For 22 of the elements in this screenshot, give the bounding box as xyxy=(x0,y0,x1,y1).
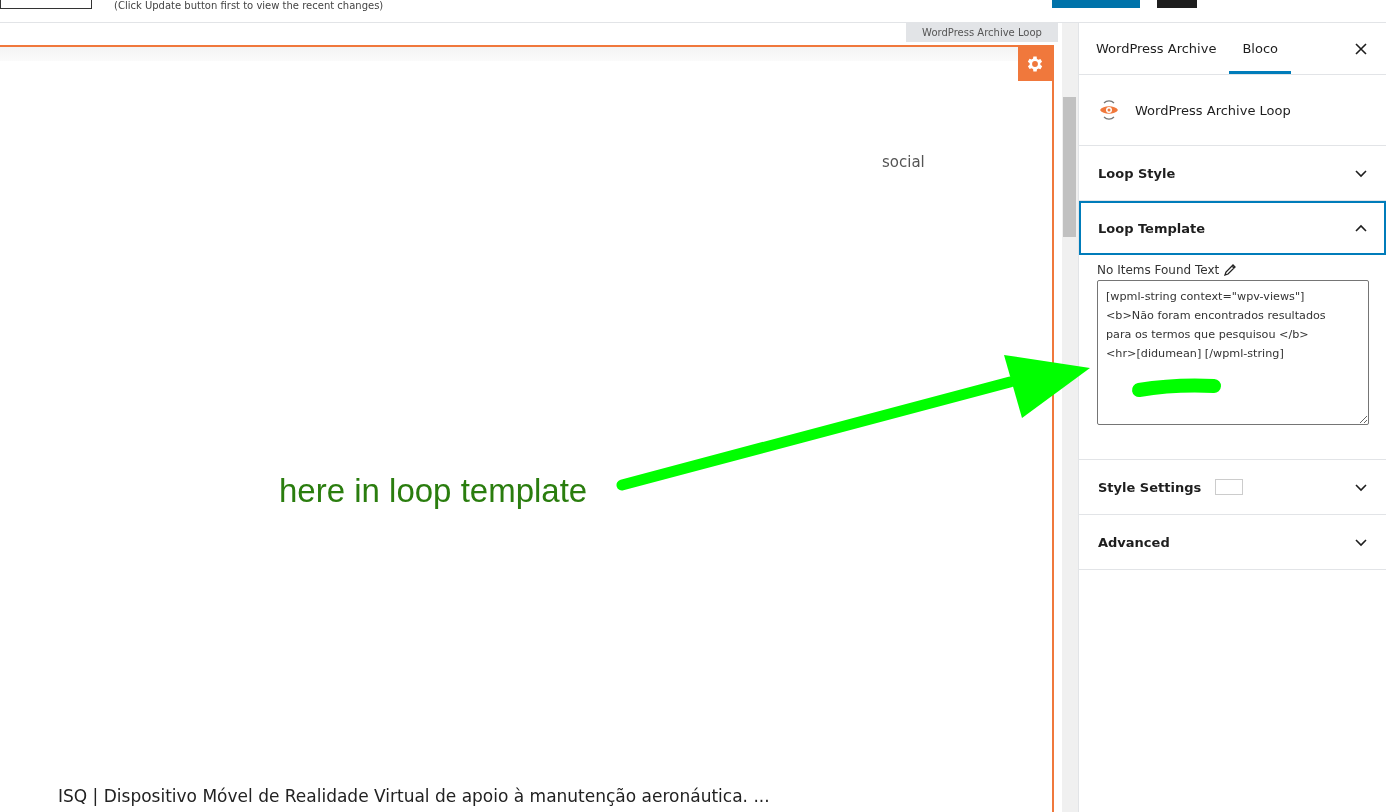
panel-header[interactable]: Loop Template xyxy=(1079,201,1386,255)
text-area[interactable]: [wpml-string context="wpv-views"] <b>Não foram encontrados resultados para os termos que pesquisou </b> <hr>[didumean] [/wpml-string] xyxy=(1097,280,1369,425)
color-swatch[interactable] xyxy=(1215,479,1244,495)
panel-header[interactable]: Style Settings xyxy=(1079,460,1386,514)
field-label: No Items Found Text xyxy=(1097,263,1220,277)
post-title[interactable]: ISQ | Dispositivo Móvel de Realidade Virtual de apoio à manutenção aeronáutica. ... xyxy=(58,786,770,806)
panel-header[interactable]: Advanced xyxy=(1079,515,1386,569)
panel-header[interactable]: Loop Style xyxy=(1079,146,1386,200)
title-field[interactable] xyxy=(0,0,92,9)
pencil-icon xyxy=(1223,263,1238,277)
settings-icon xyxy=(1025,54,1045,74)
update-note: (Click Update button first to view the recent changes) xyxy=(114,0,384,12)
eye-icon xyxy=(1099,99,1119,121)
scrollbar[interactable] xyxy=(1062,23,1078,812)
sidebar-tab[interactable]: Bloco xyxy=(1229,23,1291,74)
sidebar-tab[interactable]: WordPress Archive xyxy=(1083,23,1230,74)
close-icon xyxy=(1355,42,1367,55)
scrollbar-thumb[interactable] xyxy=(1063,97,1076,237)
block-title: WordPress Archive Loop xyxy=(1135,102,1291,118)
annotation-text: here in loop template xyxy=(279,472,588,510)
social-text: social xyxy=(882,153,925,171)
block-label: WordPress Archive Loop xyxy=(906,23,1058,42)
